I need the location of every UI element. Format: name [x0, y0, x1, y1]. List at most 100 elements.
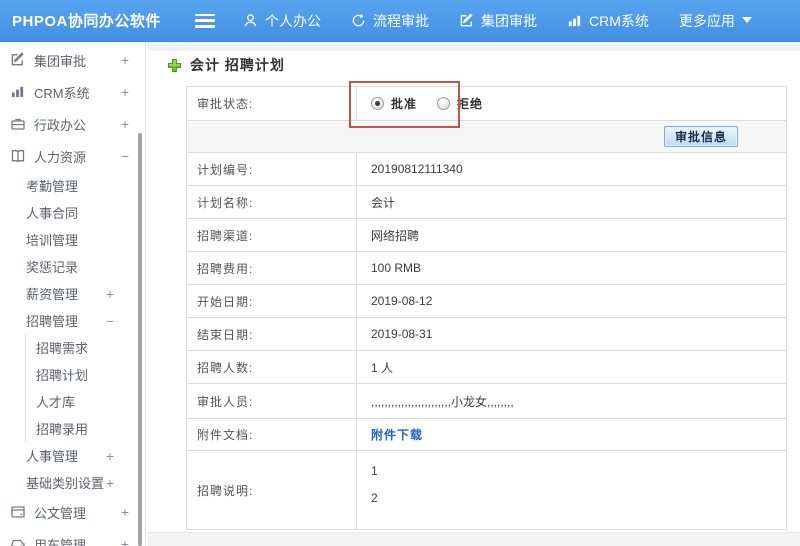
topbar: PHPOA协同办公软件 个人办公 流程审批 集团审批 CRM系统 更多应用: [0, 0, 800, 42]
expand-icon[interactable]: +: [121, 84, 129, 100]
sidebar-item-talent-pool[interactable]: 人才库: [0, 388, 145, 415]
sidebar-item-recruitment-mgmt[interactable]: 招聘管理 −: [0, 307, 145, 334]
sidebar-item-label: 基础类别设置: [26, 476, 105, 491]
sidebar-scrollbar[interactable]: [138, 133, 142, 546]
expand-icon[interactable]: +: [121, 116, 129, 132]
sidebar-item-label: 培训管理: [26, 233, 79, 248]
row-plan-name: 计划名称: 会计: [187, 186, 786, 219]
collapse-icon[interactable]: −: [106, 313, 114, 329]
field-value-recruit-count: 1 人: [371, 360, 394, 375]
nav-item-label: CRM系统: [589, 12, 649, 29]
content-top-band: [147, 42, 800, 51]
field-label: 计划编号:: [187, 153, 357, 185]
radio-approve-icon[interactable]: [371, 97, 384, 110]
approval-info-button[interactable]: 审批信息: [663, 126, 738, 147]
sidebar-item-label: 人事合同: [26, 206, 79, 221]
nav-item-more-apps[interactable]: 更多应用: [679, 11, 752, 31]
expand-icon[interactable]: +: [121, 52, 129, 68]
row-end-date: 结束日期: 2019-08-31: [187, 318, 786, 351]
sidebar-item-label: 奖惩记录: [26, 260, 79, 275]
sidebar-item-personnel-mgmt[interactable]: 人事管理 +: [0, 442, 145, 469]
sidebar-item-human-resources[interactable]: 人力资源 −: [0, 140, 145, 172]
sidebar-item-label: 考勤管理: [26, 179, 79, 194]
radio-approve[interactable]: 批准: [371, 95, 417, 112]
sidebar-item-document-mgmt[interactable]: 公文管理 +: [0, 496, 145, 528]
radio-approve-label: 批准: [391, 97, 418, 111]
field-value-start-date: 2019-08-12: [371, 294, 433, 308]
sidebar-item-label: 招聘计划: [36, 368, 89, 383]
sidebar-item-group-approval[interactable]: 集团审批 +: [0, 44, 145, 76]
nav-item-workflow-approval[interactable]: 流程审批: [351, 11, 429, 31]
field-value-plan-number: 20190812111340: [371, 162, 463, 176]
radio-reject[interactable]: 拒绝: [437, 95, 483, 112]
sidebar-item-reward-record[interactable]: 奖惩记录: [0, 253, 145, 280]
top-nav: 个人办公 流程审批 集团审批 CRM系统 更多应用: [243, 11, 752, 31]
sidebar-item-attendance-mgmt[interactable]: 考勤管理: [0, 172, 145, 199]
sidebar-item-recruit-plan[interactable]: 招聘计划: [0, 361, 145, 388]
radio-reject-label: 拒绝: [457, 97, 484, 111]
row-recruit-description: 招聘说明: 1 2: [187, 451, 786, 529]
field-label: 开始日期:: [187, 285, 357, 317]
field-value-recruit-cost: 100 RMB: [371, 261, 422, 275]
row-approval-status: 审批状态: 批准 拒绝: [187, 87, 786, 121]
expand-icon[interactable]: +: [106, 286, 114, 302]
main-content: 会计 招聘计划 审批状态: 批准 拒绝 审批信息 计划编号: 201908121…: [147, 42, 800, 546]
page-title-row: 会计 招聘计划: [167, 55, 285, 75]
field-label: 招聘费用:: [187, 252, 357, 284]
sidebar-item-hr-contract[interactable]: 人事合同: [0, 199, 145, 226]
field-label: 招聘人数:: [187, 351, 357, 383]
sidebar-item-recruit-hire[interactable]: 招聘录用: [0, 415, 145, 442]
sidebar-item-admin-office[interactable]: 行政办公 +: [0, 108, 145, 140]
detail-table: 审批状态: 批准 拒绝 审批信息 计划编号: 20190812111340 计划名: [186, 86, 787, 530]
sidebar-item-recruit-demand[interactable]: 招聘需求: [0, 334, 145, 361]
sidebar-item-crm-system[interactable]: CRM系统 +: [0, 76, 145, 108]
row-start-date: 开始日期: 2019-08-12: [187, 285, 786, 318]
sidebar-item-label: 公文管理: [34, 505, 87, 521]
field-value-approvers: ,,,,,,,,,,,,,,,,,,,,,,,,小龙女,,,,,,,,: [371, 394, 514, 409]
field-label: 审批人员:: [187, 384, 357, 418]
sidebar-item-vehicle-mgmt[interactable]: 用车管理 +: [0, 528, 145, 546]
collapse-icon[interactable]: −: [121, 148, 129, 164]
nav-item-label: 个人办公: [265, 12, 321, 29]
expand-icon[interactable]: +: [106, 448, 114, 464]
edit-icon: [459, 13, 474, 28]
expand-icon[interactable]: +: [121, 536, 129, 546]
edit-icon: [10, 51, 27, 69]
nav-item-crm-system[interactable]: CRM系统: [567, 11, 649, 31]
nav-item-label: 更多应用: [678, 12, 735, 29]
field-label: 附件文档:: [187, 419, 357, 450]
sidebar-item-label: 人才库: [36, 395, 76, 410]
field-label: 招聘说明:: [187, 451, 357, 529]
sidebar-item-salary-mgmt[interactable]: 薪资管理 +: [0, 280, 145, 307]
sidebar-item-label: 集团审批: [34, 53, 87, 69]
nav-item-group-approval[interactable]: 集团审批: [459, 11, 537, 31]
sidebar-item-base-category-setting[interactable]: 基础类别设置 +: [0, 469, 145, 496]
car-icon: [10, 536, 27, 546]
field-value-recruit-description: 12: [357, 451, 786, 529]
expand-icon[interactable]: +: [121, 504, 129, 520]
sidebar-item-label: 薪资管理: [26, 287, 79, 302]
description-line: 1: [371, 464, 378, 478]
sidebar-item-label: 用车管理: [34, 537, 87, 546]
row-recruit-count: 招聘人数: 1 人: [187, 351, 786, 384]
sidebar-item-label: 人事管理: [26, 449, 79, 464]
attachment-download-link[interactable]: 附件下载: [371, 426, 423, 443]
expand-icon[interactable]: +: [106, 475, 114, 491]
row-plan-number: 计划编号: 20190812111340: [187, 153, 786, 186]
chart-icon: [10, 84, 27, 101]
radio-reject-icon[interactable]: [437, 97, 451, 110]
row-attachment: 附件文档: 附件下载: [187, 419, 786, 451]
field-value-end-date: 2019-08-31: [371, 327, 433, 341]
content-bottom-strip: [147, 532, 800, 546]
sidebar-item-label: 人力资源: [34, 149, 87, 165]
description-line: 2: [371, 491, 378, 505]
briefcase-icon: [10, 116, 27, 133]
document-icon: [10, 504, 27, 521]
sidebar-item-training-mgmt[interactable]: 培训管理: [0, 226, 145, 253]
process-icon: [351, 13, 366, 28]
nav-item-personal-office[interactable]: 个人办公: [243, 11, 321, 31]
sidebar-item-label: 招聘录用: [36, 422, 89, 437]
menu-icon[interactable]: [195, 13, 215, 28]
caret-down-icon: [741, 17, 752, 24]
add-icon[interactable]: [167, 58, 182, 73]
